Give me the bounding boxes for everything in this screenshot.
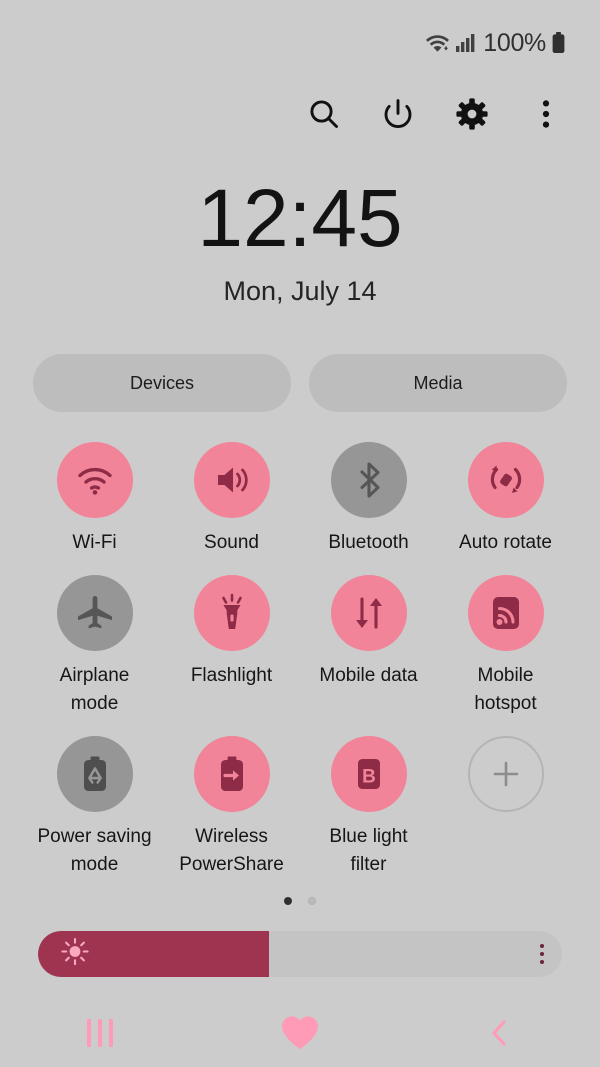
- navigation-bar: [0, 999, 600, 1067]
- home-heart-icon[interactable]: [262, 1005, 338, 1061]
- toggle-wifi[interactable]: Wi-Fi: [26, 442, 163, 557]
- more-options-icon[interactable]: [522, 90, 570, 138]
- toggle-label: Flashlight: [190, 664, 273, 686]
- toggle-label: Sound: [204, 532, 259, 553]
- blue-light-icon: B: [330, 735, 407, 812]
- clock-date: Mon, July 14: [223, 276, 377, 306]
- battery-full-icon: [551, 31, 566, 55]
- brightness-slider-track[interactable]: [38, 931, 562, 977]
- toggle-auto-rotate[interactable]: Auto rotate: [437, 442, 574, 557]
- toggle-blue-light-filter[interactable]: B Blue light filter: [300, 735, 437, 879]
- toggle-bluetooth[interactable]: Bluetooth: [300, 442, 437, 557]
- recents-icon[interactable]: [62, 1005, 138, 1061]
- wifi-icon: [56, 442, 133, 518]
- bluetooth-icon: [330, 442, 407, 518]
- devices-button[interactable]: Devices: [33, 354, 291, 412]
- brightness-slider[interactable]: [38, 931, 562, 977]
- toggle-label: Mobile data: [319, 664, 418, 686]
- back-icon[interactable]: [462, 1005, 538, 1061]
- mobile-data-icon: [330, 574, 407, 651]
- auto-rotate-icon: [467, 442, 544, 518]
- shortcut-pill-row: Devices Media: [33, 354, 567, 412]
- flashlight-icon: [193, 574, 270, 651]
- page-dot-inactive[interactable]: [308, 897, 316, 905]
- toggle-label: Auto rotate: [459, 532, 552, 553]
- wifi-data-icon: [425, 32, 451, 54]
- media-button-label: Media: [413, 372, 463, 393]
- toggle-label: Bluetooth: [328, 532, 409, 553]
- toggle-label: Airplane mode: [59, 664, 130, 714]
- svg-text:B: B: [362, 766, 376, 787]
- airplane-icon: [56, 574, 133, 651]
- media-button[interactable]: Media: [309, 354, 567, 412]
- status-bar: 100%: [0, 0, 600, 86]
- toggle-power-saving-mode[interactable]: Power saving mode: [26, 735, 163, 879]
- quick-toggle-grid: Wi-Fi Sound Bluetooth Auto rotate Airpla…: [26, 442, 574, 879]
- power-saving-icon: [56, 735, 133, 812]
- plus-icon: [467, 735, 544, 812]
- clock-area: 12:45 Mon, July 14: [0, 178, 600, 307]
- header-action-row: [300, 90, 570, 138]
- search-icon[interactable]: [300, 90, 348, 138]
- power-icon[interactable]: [374, 90, 422, 138]
- signal-bars-icon: [455, 32, 475, 54]
- toggle-label: Power saving mode: [37, 825, 152, 875]
- brightness-more-options-icon[interactable]: [540, 944, 544, 964]
- add-toggle-button[interactable]: [437, 735, 574, 879]
- toggle-label: Wireless PowerShare: [179, 825, 284, 875]
- sound-icon: [193, 442, 270, 518]
- toggle-flashlight[interactable]: Flashlight: [163, 574, 300, 718]
- devices-button-label: Devices: [129, 372, 195, 393]
- toggle-label: Mobile hotspot: [474, 664, 537, 714]
- toggle-mobile-hotspot[interactable]: Mobile hotspot: [437, 574, 574, 718]
- toggle-wireless-powershare[interactable]: Wireless PowerShare: [163, 735, 300, 879]
- power-share-icon: [193, 735, 270, 812]
- battery-percent-text: 100%: [483, 28, 546, 57]
- toggle-mobile-data[interactable]: Mobile data: [300, 574, 437, 718]
- page-indicator: [0, 897, 600, 905]
- toggle-airplane-mode[interactable]: Airplane mode: [26, 574, 163, 718]
- clock-time: 12:45: [197, 173, 403, 264]
- mobile-hotspot-icon: [467, 574, 544, 651]
- gear-icon[interactable]: [448, 90, 496, 138]
- toggle-sound[interactable]: Sound: [163, 442, 300, 557]
- brightness-sun-icon: [60, 937, 90, 972]
- quick-settings-panel: 100% 12:45 Mon, July 14 Devices Media Wi…: [0, 0, 600, 1067]
- toggle-label: Blue light filter: [329, 825, 408, 875]
- toggle-label: Wi-Fi: [72, 532, 117, 553]
- page-dot-active[interactable]: [284, 897, 292, 905]
